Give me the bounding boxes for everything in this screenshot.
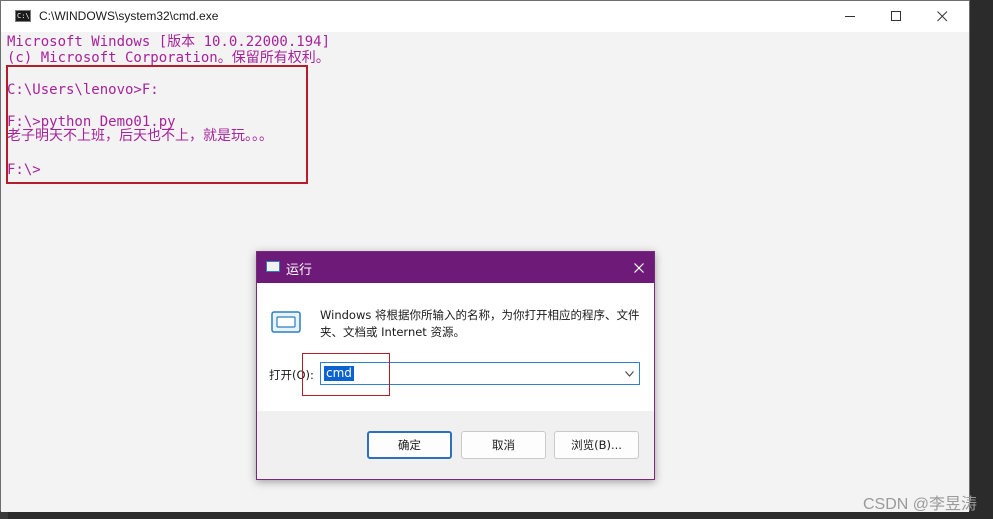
run-title: 运行 <box>286 263 313 278</box>
cmd-title: C:\WINDOWS\system32\cmd.exe <box>39 9 219 23</box>
cancel-button[interactable]: 取消 <box>461 431 546 459</box>
cmd-icon: C:\ <box>15 10 31 22</box>
run-titlebar[interactable]: 运行 <box>257 252 654 283</box>
run-icon <box>266 261 280 272</box>
close-button[interactable] <box>919 1 965 32</box>
console-line: (c) Microsoft Corporation。保留所有权利。 <box>7 50 330 66</box>
close-icon <box>936 11 947 22</box>
ok-button[interactable]: 确定 <box>367 431 452 459</box>
watermark: CSDN @李昱涛 <box>862 496 977 513</box>
dropdown-button[interactable] <box>621 364 637 383</box>
scrollbar[interactable] <box>955 32 969 511</box>
chevron-down-icon <box>624 370 634 377</box>
run-app-icon <box>271 311 301 333</box>
minimize-button[interactable] <box>827 1 873 32</box>
close-icon <box>634 262 644 273</box>
run-close-button[interactable] <box>624 252 654 283</box>
run-footer: 确定 取消 浏览(B)... <box>257 411 654 479</box>
run-dialog[interactable]: 运行 Windows 将根据你所输入的名称，为你打开相应的程序、文件夹、文档或 … <box>256 251 655 480</box>
run-description: Windows 将根据你所输入的名称，为你打开相应的程序、文件夹、文档或 Int… <box>320 308 640 339</box>
browse-button[interactable]: 浏览(B)... <box>554 431 639 459</box>
highlight-box-input <box>302 353 390 396</box>
cmd-titlebar[interactable]: C:\ C:\WINDOWS\system32\cmd.exe <box>1 1 969 32</box>
minimize-icon <box>844 16 855 17</box>
highlight-box-console <box>6 65 308 184</box>
console-line: Microsoft Windows [版本 10.0.22000.194] <box>7 34 331 50</box>
maximize-icon <box>890 11 901 21</box>
maximize-button[interactable] <box>873 1 919 32</box>
